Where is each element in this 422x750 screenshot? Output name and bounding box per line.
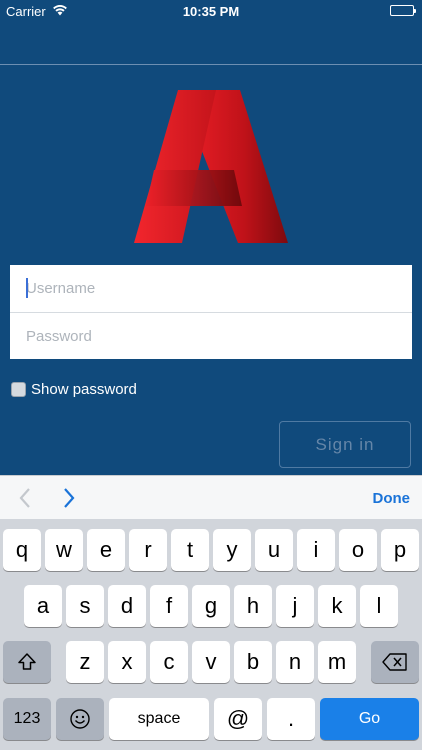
key-z[interactable]: z — [66, 641, 104, 683]
space-key[interactable]: space — [109, 698, 209, 740]
at-key[interactable]: @ — [214, 698, 262, 740]
battery-icon — [390, 5, 416, 16]
key-e[interactable]: e — [87, 529, 125, 571]
shift-icon — [18, 653, 36, 670]
key-o[interactable]: o — [339, 529, 377, 571]
backspace-icon — [382, 653, 407, 671]
password-input[interactable] — [10, 313, 412, 360]
key-t[interactable]: t — [171, 529, 209, 571]
key-i[interactable]: i — [297, 529, 335, 571]
emoji-key[interactable] — [56, 698, 104, 740]
period-key[interactable]: . — [267, 698, 315, 740]
chevron-right-icon[interactable] — [62, 487, 76, 514]
login-form — [10, 265, 412, 360]
key-m[interactable]: m — [318, 641, 356, 683]
show-password-checkbox[interactable] — [11, 381, 26, 397]
key-q[interactable]: q — [3, 529, 41, 571]
keyboard: q w e r t y u i o p a s d f g h j k l z … — [0, 519, 422, 750]
key-h[interactable]: h — [234, 585, 272, 627]
key-p[interactable]: p — [381, 529, 419, 571]
key-b[interactable]: b — [234, 641, 272, 683]
key-d[interactable]: d — [108, 585, 146, 627]
go-key[interactable]: Go — [320, 698, 419, 740]
key-c[interactable]: c — [150, 641, 188, 683]
key-w[interactable]: w — [45, 529, 83, 571]
done-button[interactable]: Done — [373, 490, 411, 507]
nav-divider — [0, 64, 422, 65]
keyboard-accessory-bar: Done — [0, 475, 422, 519]
key-x[interactable]: x — [108, 641, 146, 683]
key-v[interactable]: v — [192, 641, 230, 683]
show-password-label: Show password — [31, 380, 137, 398]
app-logo — [134, 88, 288, 243]
key-k[interactable]: k — [318, 585, 356, 627]
key-s[interactable]: s — [66, 585, 104, 627]
key-y[interactable]: y — [213, 529, 251, 571]
status-time: 10:35 PM — [182, 4, 240, 19]
key-u[interactable]: u — [255, 529, 293, 571]
key-a[interactable]: a — [24, 585, 62, 627]
key-r[interactable]: r — [129, 529, 167, 571]
key-g[interactable]: g — [192, 585, 230, 627]
chevron-left-icon[interactable] — [18, 487, 32, 514]
key-f[interactable]: f — [150, 585, 188, 627]
key-n[interactable]: n — [276, 641, 314, 683]
numbers-key[interactable]: 123 — [3, 698, 51, 740]
show-password-toggle[interactable]: Show password — [11, 380, 137, 398]
status-bar: Carrier 10:35 PM — [0, 0, 422, 22]
shift-key[interactable] — [3, 641, 51, 683]
text-cursor — [26, 278, 28, 298]
emoji-icon — [70, 709, 90, 729]
username-input[interactable] — [10, 265, 412, 312]
key-j[interactable]: j — [276, 585, 314, 627]
key-l[interactable]: l — [360, 585, 398, 627]
delete-key[interactable] — [371, 641, 419, 683]
sign-in-button[interactable]: Sign in — [279, 421, 411, 468]
